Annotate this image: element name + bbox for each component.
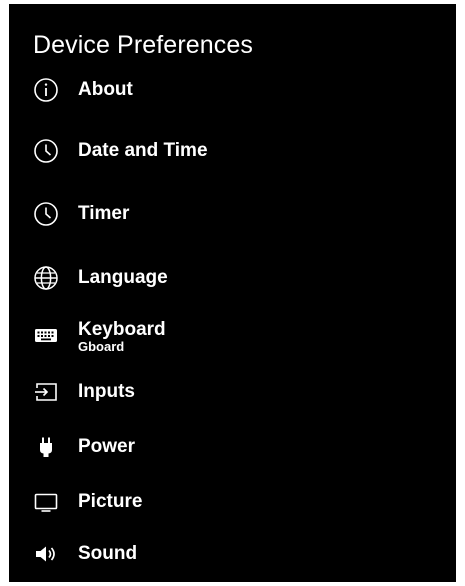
- input-icon: [32, 378, 60, 406]
- info-icon: [32, 76, 60, 104]
- menu-item-label: Power: [78, 436, 136, 457]
- menu-item-label: Keyboard: [78, 319, 166, 340]
- speaker-icon: [32, 540, 60, 568]
- menu-item-about[interactable]: About: [29, 70, 429, 110]
- menu-item-timer[interactable]: Timer: [29, 194, 429, 234]
- keyboard-icon: [32, 321, 60, 349]
- page-title: Device Preferences: [33, 31, 253, 59]
- menu-item-label: Timer: [78, 203, 130, 224]
- menu-item-sublabel: Gboard: [78, 339, 125, 354]
- menu-item-label: Inputs: [78, 381, 135, 402]
- menu-item-label: Sound: [78, 543, 138, 564]
- globe-icon: [32, 264, 60, 292]
- menu-item-label: Date and Time: [78, 140, 208, 161]
- menu-item-label: Picture: [78, 491, 143, 512]
- menu-item-sound[interactable]: Sound: [29, 534, 429, 574]
- menu-item-inputs[interactable]: Inputs: [29, 372, 429, 412]
- menu-item-label: About: [78, 79, 133, 100]
- menu-item-label: Language: [78, 267, 168, 288]
- clock-icon: [32, 200, 60, 228]
- display-icon: [32, 488, 60, 516]
- plug-icon: [32, 433, 60, 461]
- menu-item-language[interactable]: Language: [29, 258, 429, 298]
- menu-item-power[interactable]: Power: [29, 427, 429, 467]
- settings-panel: Device Preferences About Date and Time T…: [9, 4, 456, 582]
- menu-item-keyboard[interactable]: Keyboard Gboard: [29, 315, 429, 355]
- menu-item-picture[interactable]: Picture: [29, 482, 429, 522]
- clock-icon: [32, 137, 60, 165]
- menu-item-date-and-time[interactable]: Date and Time: [29, 131, 429, 171]
